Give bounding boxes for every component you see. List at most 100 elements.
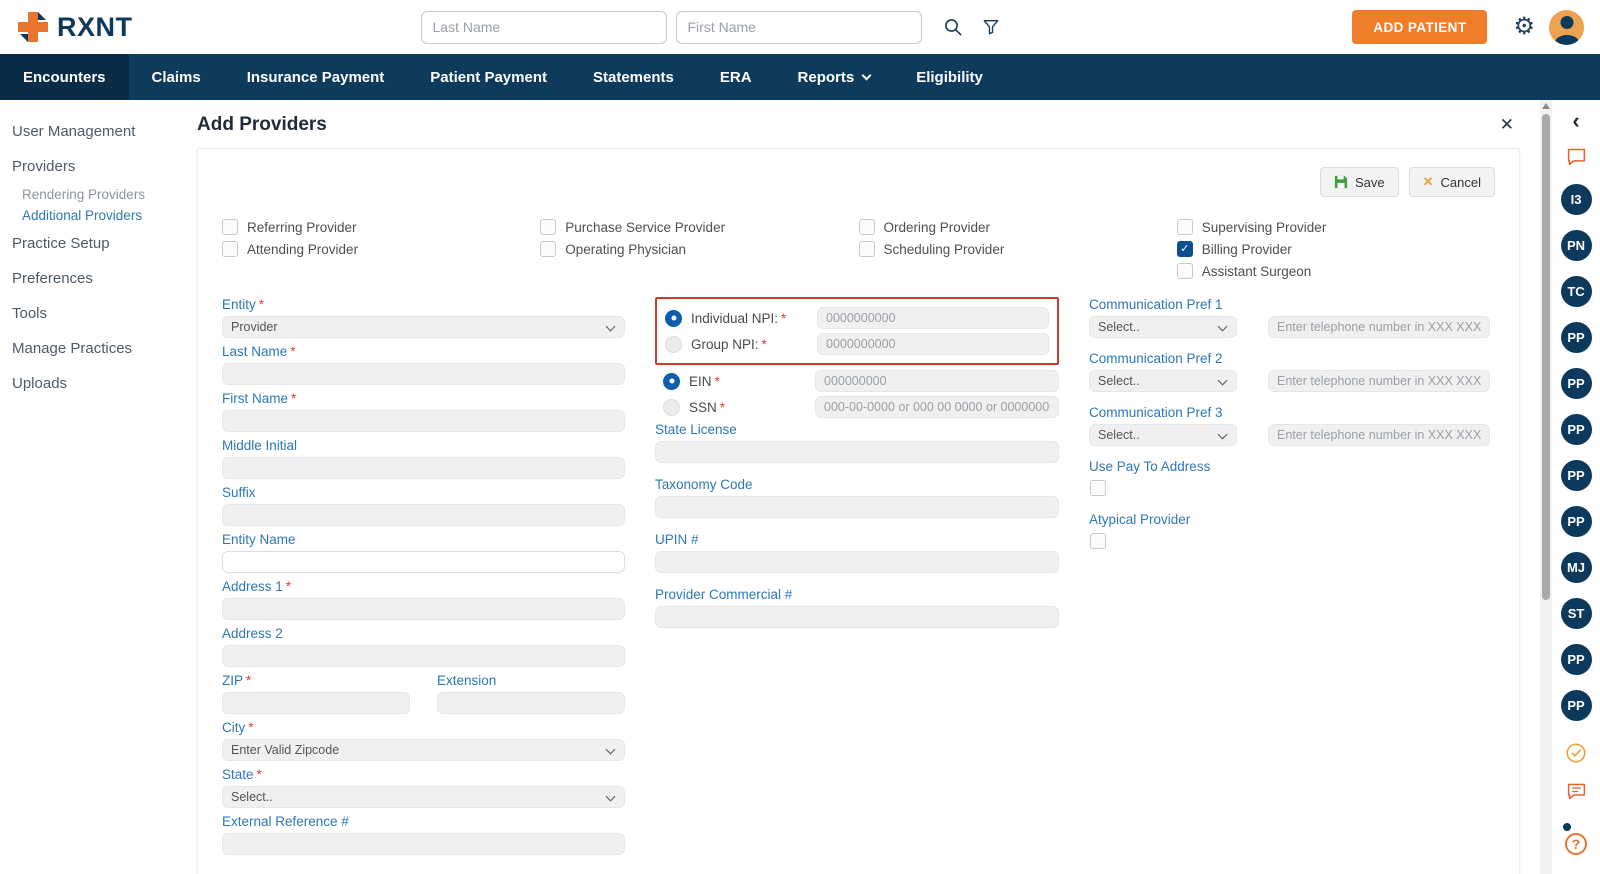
- scrollbar-up-arrow[interactable]: [1542, 103, 1550, 109]
- contact-badge[interactable]: PP: [1560, 690, 1592, 721]
- checkbox-icon[interactable]: [222, 219, 238, 235]
- add-patient-button[interactable]: ADD PATIENT: [1352, 10, 1488, 44]
- help-icon[interactable]: ?: [1565, 833, 1587, 855]
- checkbox-scheduling-provider[interactable]: Scheduling Provider: [858, 241, 1177, 257]
- sidebar-item-providers[interactable]: Providers: [0, 149, 190, 184]
- individual-npi-input[interactable]: [817, 307, 1049, 329]
- save-button[interactable]: Save: [1319, 167, 1399, 197]
- checkbox-checked-icon[interactable]: ✓: [1176, 241, 1193, 257]
- upin-input[interactable]: [655, 551, 1059, 573]
- user-avatar[interactable]: [1549, 9, 1584, 45]
- contact-badge[interactable]: I3: [1560, 184, 1592, 215]
- nav-item-reports[interactable]: Reports: [775, 54, 894, 100]
- check-circle-icon[interactable]: [1565, 742, 1587, 769]
- gear-icon[interactable]: ⚙: [1513, 15, 1535, 39]
- cancel-button[interactable]: ✕ Cancel: [1408, 167, 1495, 197]
- contact-badge[interactable]: PP: [1560, 322, 1592, 353]
- first-name-input[interactable]: [222, 410, 625, 432]
- communication-pref-2-select[interactable]: Select..: [1089, 370, 1237, 392]
- ssn-input[interactable]: [815, 396, 1059, 418]
- contact-badge[interactable]: PP: [1560, 460, 1592, 491]
- checkbox-assistant-surgeon[interactable]: Assistant Surgeon: [1176, 263, 1495, 279]
- contact-badge[interactable]: ST: [1560, 598, 1592, 629]
- checkbox-icon[interactable]: [222, 241, 238, 257]
- sidebar-item-manage-practices[interactable]: Manage Practices: [0, 331, 190, 366]
- nav-item-insurance-payment[interactable]: Insurance Payment: [224, 54, 408, 100]
- first-name-search-input[interactable]: [675, 10, 922, 44]
- nav-item-era[interactable]: ERA: [697, 54, 775, 100]
- checkbox-billing-provider[interactable]: ✓ Billing Provider: [1176, 241, 1495, 257]
- state-select[interactable]: Select..: [222, 786, 625, 808]
- notification-dot: [1563, 823, 1571, 831]
- chat-icon[interactable]: [1566, 146, 1587, 172]
- taxonomy-code-input[interactable]: [655, 496, 1059, 518]
- contact-badge[interactable]: PP: [1560, 506, 1592, 537]
- checkbox-icon[interactable]: [1176, 219, 1193, 235]
- collapse-panel-icon[interactable]: ‹: [1572, 110, 1579, 132]
- contact-badge[interactable]: PN: [1560, 230, 1592, 261]
- search-icon[interactable]: [934, 9, 972, 45]
- nav-item-eligibility[interactable]: Eligibility: [893, 54, 1006, 100]
- last-name-search-input[interactable]: [420, 10, 667, 44]
- sidebar-item-practice-setup[interactable]: Practice Setup: [0, 226, 190, 261]
- last-name-input[interactable]: [222, 363, 625, 385]
- radio-ein[interactable]: [663, 372, 680, 390]
- communication-pref-1-select[interactable]: Select..: [1089, 316, 1237, 338]
- contact-badge[interactable]: PP: [1560, 644, 1592, 675]
- middle-initial-input[interactable]: [222, 457, 625, 479]
- checkbox-icon[interactable]: [540, 219, 557, 235]
- nav-item-patient-payment[interactable]: Patient Payment: [407, 54, 570, 100]
- sidebar-item-rendering-providers[interactable]: Rendering Providers: [0, 184, 190, 205]
- checkbox-ordering-provider[interactable]: Ordering Provider: [858, 219, 1177, 235]
- group-npi-input[interactable]: [817, 333, 1049, 355]
- radio-individual-npi[interactable]: [665, 309, 682, 327]
- checkbox-attending-provider[interactable]: Attending Provider: [222, 241, 540, 257]
- external-reference-input[interactable]: [222, 833, 625, 855]
- address-1-input[interactable]: [222, 598, 625, 620]
- atypical-provider-checkbox[interactable]: [1090, 533, 1106, 549]
- address-2-input[interactable]: [222, 645, 625, 667]
- nav-item-claims[interactable]: Claims: [129, 54, 224, 100]
- close-icon[interactable]: ✕: [1494, 113, 1520, 137]
- sidebar-item-preferences[interactable]: Preferences: [0, 261, 190, 296]
- vertical-scrollbar[interactable]: [1540, 100, 1552, 874]
- sidebar-item-tools[interactable]: Tools: [0, 296, 190, 331]
- checkbox-icon[interactable]: [858, 219, 875, 235]
- sidebar-item-additional-providers[interactable]: Additional Providers: [0, 205, 190, 226]
- contact-badge[interactable]: TC: [1560, 276, 1592, 307]
- checkbox-icon[interactable]: [1176, 263, 1193, 279]
- communication-pref-3-phone-input[interactable]: [1268, 424, 1490, 446]
- communication-pref-3-select[interactable]: Select..: [1089, 424, 1237, 446]
- sidebar-item-user-management[interactable]: User Management: [0, 114, 190, 149]
- nav-item-encounters[interactable]: Encounters: [0, 54, 129, 100]
- entity-select[interactable]: Provider: [222, 316, 625, 338]
- sidebar-item-uploads[interactable]: Uploads: [0, 366, 190, 401]
- radio-group-npi[interactable]: [665, 335, 682, 353]
- zip-input[interactable]: [222, 692, 410, 714]
- checkbox-icon[interactable]: [540, 241, 557, 257]
- nav-item-statements[interactable]: Statements: [570, 54, 697, 100]
- feedback-chat-icon[interactable]: [1566, 781, 1587, 807]
- radio-ssn[interactable]: [663, 398, 680, 416]
- use-pay-to-address-checkbox[interactable]: [1090, 480, 1106, 496]
- communication-pref-2-phone-input[interactable]: [1268, 370, 1490, 392]
- checkbox-operating-physician[interactable]: Operating Physician: [540, 241, 858, 257]
- checkbox-supervising-provider[interactable]: Supervising Provider: [1176, 219, 1495, 235]
- contact-badge[interactable]: MJ: [1560, 552, 1592, 583]
- checkbox-icon[interactable]: [858, 241, 875, 257]
- scrollbar-thumb[interactable]: [1542, 114, 1550, 600]
- state-license-input[interactable]: [655, 441, 1059, 463]
- entity-name-input[interactable]: [222, 551, 625, 573]
- ein-input[interactable]: [815, 370, 1059, 392]
- checkbox-referring-provider[interactable]: Referring Provider: [222, 219, 540, 235]
- contact-badge[interactable]: PP: [1560, 368, 1592, 399]
- suffix-input[interactable]: [222, 504, 625, 526]
- checkbox-purchase-service-provider[interactable]: Purchase Service Provider: [540, 219, 858, 235]
- rxnt-logo[interactable]: RXNT: [16, 10, 133, 44]
- filter-icon[interactable]: [972, 9, 1010, 45]
- city-select[interactable]: Enter Valid Zipcode: [222, 739, 625, 761]
- provider-commercial-input[interactable]: [655, 606, 1059, 628]
- communication-pref-1-phone-input[interactable]: [1268, 316, 1490, 338]
- extension-input[interactable]: [437, 692, 625, 714]
- contact-badge[interactable]: PP: [1560, 414, 1592, 445]
